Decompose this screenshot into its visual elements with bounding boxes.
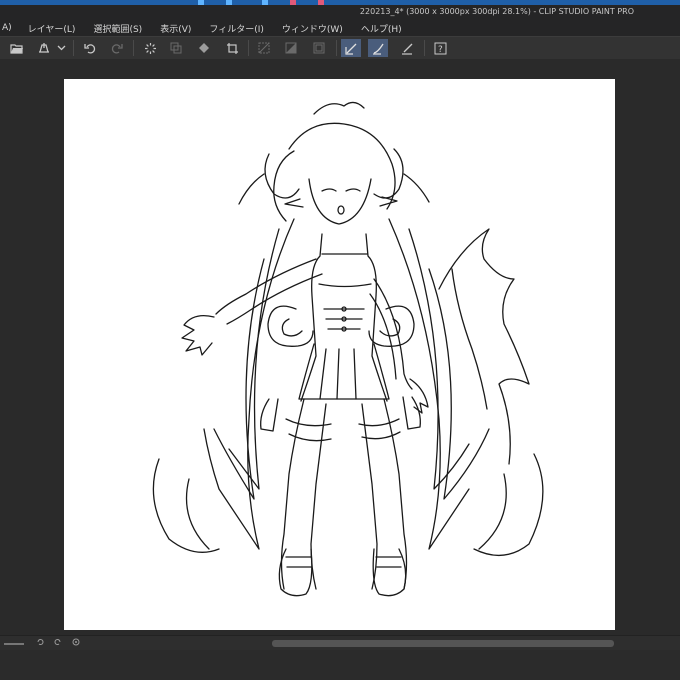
spinner-icon[interactable] (140, 39, 160, 57)
menu-item-window[interactable]: ウィンドウ(W) (272, 22, 355, 35)
snap-to-ruler-icon[interactable] (341, 39, 361, 57)
menu-item-filter[interactable]: フィルター(I) (199, 22, 276, 35)
horizontal-scrollbar[interactable] (0, 635, 680, 650)
reset-rotation-icon[interactable] (72, 638, 82, 648)
menu-item-help[interactable]: ヘルプ(H) (351, 22, 414, 35)
status-bar (0, 650, 680, 680)
redo-icon[interactable] (107, 39, 127, 57)
menu-bar: A) レイヤー(L) 選択範囲(S) 表示(V) フィルター(I) ウィンドウ(… (0, 20, 680, 36)
open-folder-icon[interactable] (7, 39, 27, 57)
drawing-canvas[interactable] (64, 79, 615, 630)
select-none-icon[interactable] (254, 39, 274, 57)
menu-item-layer[interactable]: レイヤー(L) (18, 22, 88, 35)
snap-to-grid-icon[interactable] (397, 39, 417, 57)
title-bar: 220213_4* (3000 x 3000px 300dpi 28.1%) -… (0, 5, 680, 20)
svg-text:?: ? (438, 45, 443, 55)
rotate-right-icon[interactable] (54, 638, 64, 648)
invert-selection-icon[interactable] (281, 39, 301, 57)
menu-item-selection[interactable]: 選択範囲(S) (83, 22, 154, 35)
help-icon[interactable]: ? (430, 39, 450, 57)
line-art-illustration (152, 101, 544, 597)
window-title: 220213_4* (3000 x 3000px 300dpi 28.1%) -… (359, 7, 634, 16)
rotate-left-icon[interactable] (36, 638, 46, 648)
save-icon[interactable] (34, 39, 54, 57)
transform-icon[interactable] (222, 39, 242, 57)
undo-icon[interactable] (80, 39, 100, 57)
chevron-down-icon[interactable] (54, 39, 68, 57)
menu-item-view[interactable]: 表示(V) (150, 22, 203, 35)
scrollbar-thumb[interactable] (272, 640, 614, 647)
border-icon[interactable] (309, 39, 329, 57)
command-bar: ? (0, 36, 680, 60)
clear-layer-icon[interactable] (166, 39, 186, 57)
canvas-workspace[interactable] (0, 59, 680, 635)
navigator-slider-icon[interactable] (4, 638, 24, 648)
snap-to-special-ruler-icon[interactable] (368, 39, 388, 57)
fill-icon[interactable] (194, 39, 214, 57)
